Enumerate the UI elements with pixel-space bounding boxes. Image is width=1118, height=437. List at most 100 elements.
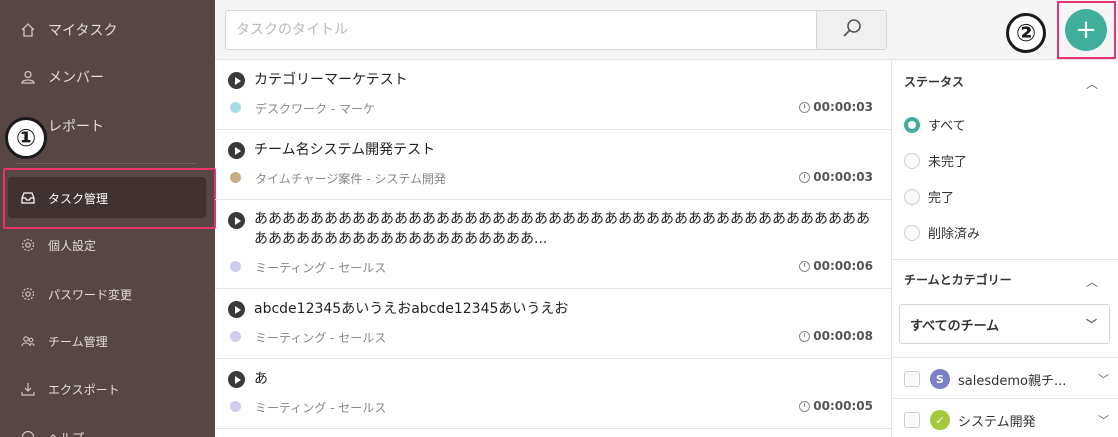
search-box	[225, 10, 887, 50]
search-input[interactable]	[226, 11, 816, 49]
task-category: デスクワーク - マーケ	[255, 102, 375, 116]
sidebar-item-label: マイタスク	[48, 23, 118, 39]
divider	[892, 357, 1118, 358]
team-select[interactable]: すべてのチーム ﹀	[899, 304, 1110, 344]
radio-button[interactable]	[904, 116, 920, 133]
list-item[interactable]: カテゴリーマーケテスト デスクワーク - マーケ 00:00:03	[215, 60, 891, 130]
sidebar-item-label: ヘルプ	[48, 429, 84, 437]
task-time: 00:00:03	[799, 170, 873, 184]
status-option-deleted[interactable]: 削除済み	[904, 223, 980, 242]
list-item[interactable]: あ ミーティング - セールス 00:00:05	[215, 359, 891, 429]
annotation-badge-2: ②	[1006, 13, 1046, 53]
chevron-up-icon[interactable]: ︿	[1086, 75, 1098, 92]
team-item-salesdemo[interactable]: S salesdemo親チ... ﹀	[904, 369, 1109, 389]
task-time-value: 00:00:06	[813, 259, 873, 273]
list-item[interactable]: abcde12345あいうえおabcde12345あいうえお ミーティング - …	[215, 289, 891, 359]
team-name: システム開発	[958, 414, 1036, 430]
status-section-title: ステータス	[904, 75, 965, 89]
task-time-value: 00:00:05	[813, 399, 873, 413]
top-bar: ② +	[215, 0, 1118, 60]
task-time: 00:00:05	[799, 399, 873, 413]
task-title: カテゴリーマーケテスト	[254, 72, 408, 88]
sidebar-item-export[interactable]: エクスポート	[0, 379, 215, 399]
category-color-dot	[230, 331, 241, 342]
sidebar-item-label: 個人設定	[48, 238, 97, 253]
user-icon	[19, 68, 37, 86]
status-option-label: 削除済み	[928, 227, 981, 242]
task-time-value: 00:00:08	[813, 329, 873, 343]
annotation-badge-1: ①	[5, 117, 47, 159]
play-icon[interactable]	[228, 142, 245, 159]
status-option-label: 完了	[928, 191, 955, 206]
task-list: カテゴリーマーケテスト デスクワーク - マーケ 00:00:03 チーム名シス…	[215, 60, 891, 437]
team-item-system-dev[interactable]: ✓ システム開発 ﹀	[904, 410, 1109, 430]
gear-icon	[19, 285, 37, 303]
radio-button[interactable]	[904, 188, 920, 205]
list-item[interactable]: チーム名システム開発テスト タイムチャージ案件 - システム開発 00:00:0…	[215, 130, 891, 200]
gear-icon	[19, 236, 37, 254]
team-section-title: チームとカテゴリー	[904, 273, 1012, 287]
task-title: ああああああああああああああああああああああああああああああああああああああああ…	[254, 211, 870, 247]
task-category: ミーティング - セールス	[255, 401, 387, 415]
sidebar-item-label: チーム管理	[48, 334, 108, 349]
highlight-box-add-button	[1057, 1, 1116, 59]
team-avatar: ✓	[930, 410, 950, 430]
status-option-label: 未完了	[928, 155, 968, 170]
clock-icon	[799, 330, 811, 342]
chevron-down-icon[interactable]: ﹀	[1098, 412, 1109, 428]
task-category: タイムチャージ案件 - システム開発	[255, 172, 447, 186]
sidebar-item-label: エクスポート	[48, 382, 120, 397]
category-color-dot	[230, 172, 241, 183]
play-icon[interactable]	[228, 72, 245, 89]
sidebar: マイタスク メンバー レポート タスク管理 個人設定 パスワード変更 チーム管理	[0, 0, 216, 437]
sidebar-item-my-tasks[interactable]: マイタスク	[0, 20, 215, 40]
task-time: 00:00:06	[799, 259, 873, 273]
radio-button[interactable]	[904, 224, 920, 241]
download-icon	[19, 380, 37, 398]
team-name: salesdemo親チ...	[958, 373, 1067, 389]
divider	[892, 398, 1118, 399]
sidebar-item-label: レポート	[48, 119, 104, 135]
clock-icon	[799, 101, 811, 113]
status-option-incomplete[interactable]: 未完了	[904, 151, 967, 170]
highlight-box-task-management	[3, 168, 216, 229]
category-color-dot	[230, 401, 241, 412]
list-item[interactable]: ああああああああああああああああああああああああああああああああああああああああ…	[215, 200, 891, 289]
radio-button[interactable]	[904, 152, 920, 169]
status-option-label: すべて	[928, 119, 966, 134]
sidebar-item-help[interactable]: ヘルプ	[0, 427, 215, 437]
team-icon	[19, 332, 37, 350]
sidebar-item-team-management[interactable]: チーム管理	[0, 331, 215, 351]
clock-icon	[799, 400, 811, 412]
filter-panel: ステータス ︿ すべて 未完了 完了 削除済み チームとカテゴリー ︿ すべての…	[891, 60, 1118, 437]
category-color-dot	[230, 102, 241, 113]
task-title: あ	[254, 371, 268, 387]
play-icon[interactable]	[228, 301, 245, 318]
team-avatar: S	[930, 369, 950, 389]
sidebar-item-password-change[interactable]: パスワード変更	[0, 284, 215, 304]
chevron-up-icon[interactable]: ︿	[1086, 273, 1098, 290]
category-color-dot	[230, 261, 241, 272]
checkbox[interactable]	[904, 371, 920, 387]
status-option-all[interactable]: すべて	[904, 115, 966, 134]
home-icon	[19, 21, 37, 39]
sidebar-item-label: メンバー	[48, 70, 104, 86]
sidebar-divider	[16, 163, 196, 164]
sidebar-item-personal-settings[interactable]: 個人設定	[0, 235, 215, 255]
task-title: abcde12345あいうえおabcde12345あいうえお	[254, 301, 569, 317]
chevron-down-icon[interactable]: ﹀	[1098, 371, 1109, 387]
search-button[interactable]	[816, 11, 886, 49]
task-category: ミーティング - セールス	[255, 261, 387, 275]
play-icon[interactable]	[228, 212, 245, 229]
checkbox[interactable]	[904, 412, 920, 428]
search-icon	[841, 17, 863, 43]
divider	[892, 259, 1118, 260]
task-category: ミーティング - セールス	[255, 331, 387, 345]
task-time: 00:00:08	[799, 329, 873, 343]
sidebar-item-members[interactable]: メンバー	[0, 67, 215, 87]
task-time-value: 00:00:03	[813, 170, 873, 184]
status-option-complete[interactable]: 完了	[904, 187, 954, 206]
sidebar-item-label: パスワード変更	[48, 287, 133, 302]
chevron-down-icon: ﹀	[1086, 318, 1097, 331]
play-icon[interactable]	[228, 371, 245, 388]
